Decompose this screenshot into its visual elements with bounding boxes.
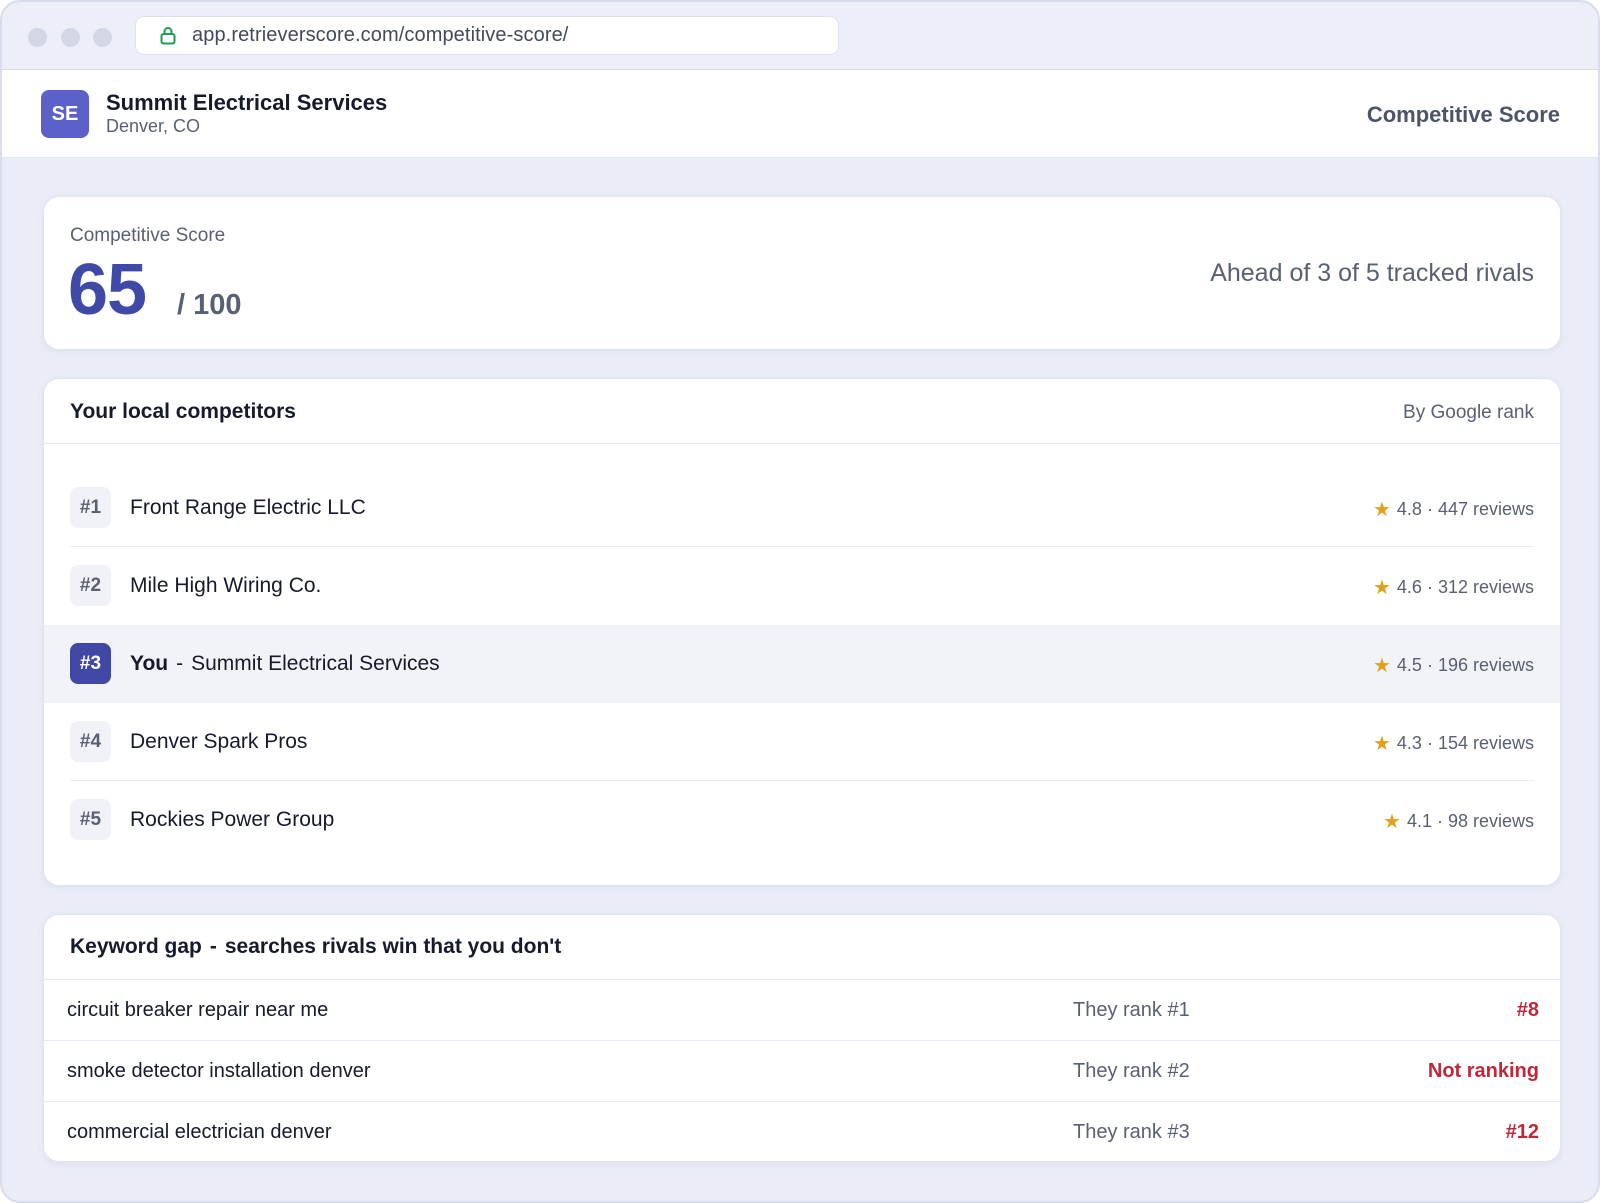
keyword-gap-header: Keyword gap - searches rivals win that you… [44, 915, 1560, 980]
star-icon: ★ [1372, 733, 1391, 755]
rank-badge: #3 [70, 643, 111, 684]
competitor-list: #1 Front Range Electric LLC ★ 4.8 · 447 … [44, 469, 1560, 859]
rating-text: 4.6 · 312 reviews [1396, 577, 1534, 597]
their-rank: They rank #2 [1073, 1060, 1190, 1082]
business-avatar: SE [41, 90, 89, 138]
keyword-gap-title-sub: searches rivals win that you don't [224, 935, 562, 958]
score-label: Competitive Score [70, 225, 226, 246]
browser-chrome: app.retrieverscore.com/competitive-score… [2, 2, 1598, 70]
competitor-row[interactable]: #4 Denver Spark Pros ★ 4.3 · 154 reviews [44, 703, 1560, 781]
score-value: 65 [68, 250, 147, 330]
window-minimize-dot[interactable] [61, 28, 80, 47]
app-header: SE Summit Electrical Services Denver, CO… [2, 70, 1598, 158]
rating-text: 4.5 · 196 reviews [1396, 655, 1534, 675]
competitor-row[interactable]: #5 Rockies Power Group ★ 4.1 · 98 review… [44, 781, 1560, 859]
you-label: You [130, 652, 169, 675]
business-location: Denver, CO [106, 116, 201, 136]
competitor-name: Front Range Electric LLC [130, 496, 366, 519]
sort-label[interactable]: By Google rank [1403, 402, 1534, 424]
window-close-dot[interactable] [28, 28, 47, 47]
title-separator: - [209, 935, 217, 958]
keyword-row[interactable]: smoke detector installation denver They … [44, 1041, 1560, 1102]
keyword-row[interactable]: commercial electrician denver They rank … [44, 1102, 1560, 1163]
competitor-row[interactable]: #2 Mile High Wiring Co. ★ 4.6 · 312 revi… [44, 547, 1560, 625]
competitors-card: Your local competitors By Google rank #1… [43, 378, 1561, 886]
your-business-name: Summit Electrical Services [191, 652, 440, 675]
url-text[interactable]: app.retrieverscore.com/competitive-score… [192, 24, 568, 47]
keyword-gap-title: Keyword gap - searches rivals win that you… [70, 935, 561, 959]
rating-text: 4.1 · 98 reviews [1406, 811, 1534, 831]
rivals-summary: Ahead of 3 of 5 tracked rivals [1210, 259, 1534, 287]
competitor-name: Mile High Wiring Co. [130, 574, 322, 597]
competitor-name: You - Summit Electrical Services [130, 652, 440, 676]
competitor-name: Denver Spark Pros [130, 730, 308, 753]
competitor-rating: ★ 4.8 · 447 reviews [1373, 497, 1534, 522]
competitors-header: Your local competitors By Google rank [44, 379, 1560, 444]
window-maximize-dot[interactable] [93, 28, 112, 47]
address-bar[interactable]: app.retrieverscore.com/competitive-score… [135, 16, 839, 55]
competitors-title: Your local competitors [70, 400, 296, 423]
browser-window: app.retrieverscore.com/competitive-score… [0, 0, 1600, 1203]
competitor-row-you[interactable]: #3 You - Summit Electrical Services ★ 4.5 … [44, 625, 1560, 703]
rating-text: 4.8 · 447 reviews [1396, 499, 1534, 519]
competitor-name: Rockies Power Group [130, 808, 335, 831]
keyword-text: circuit breaker repair near me [67, 999, 329, 1021]
score-card: Competitive Score 65 / 100 Ahead of 3 of… [43, 196, 1561, 350]
rank-badge: #4 [70, 721, 111, 762]
your-rank: #8 [1516, 999, 1539, 1021]
keyword-text: smoke detector installation denver [67, 1060, 371, 1082]
rank-badge: #1 [70, 487, 111, 528]
competitor-rating: ★ 4.1 · 98 reviews [1383, 809, 1534, 834]
star-icon: ★ [1383, 811, 1401, 833]
competitor-rating: ★ 4.6 · 312 reviews [1373, 575, 1534, 600]
keyword-gap-card: Keyword gap - searches rivals win that you… [43, 914, 1561, 1162]
name-separator: - [176, 652, 184, 675]
competitor-rating: ★ 4.5 · 196 reviews [1373, 653, 1534, 678]
rating-text: 4.3 · 154 reviews [1396, 733, 1534, 753]
star-icon: ★ [1372, 577, 1391, 599]
your-rank: #12 [1505, 1121, 1539, 1143]
page-title: Competitive Score [1366, 102, 1560, 127]
lock-icon [158, 26, 178, 46]
your-rank: Not ranking [1427, 1060, 1539, 1082]
score-max: / 100 [177, 289, 242, 321]
keyword-gap-title-main: Keyword gap [70, 935, 202, 958]
business-name: Summit Electrical Services [106, 90, 388, 115]
competitor-row[interactable]: #1 Front Range Electric LLC ★ 4.8 · 447 … [44, 469, 1560, 547]
competitor-rating: ★ 4.3 · 154 reviews [1373, 731, 1534, 756]
keyword-text: commercial electrician denver [67, 1121, 332, 1143]
keyword-row[interactable]: circuit breaker repair near me They rank… [44, 980, 1560, 1041]
rank-badge: #2 [70, 565, 111, 606]
star-icon: ★ [1372, 655, 1391, 677]
their-rank: They rank #1 [1073, 999, 1190, 1021]
their-rank: They rank #3 [1073, 1121, 1190, 1143]
star-icon: ★ [1372, 499, 1391, 521]
rank-badge: #5 [70, 799, 111, 840]
